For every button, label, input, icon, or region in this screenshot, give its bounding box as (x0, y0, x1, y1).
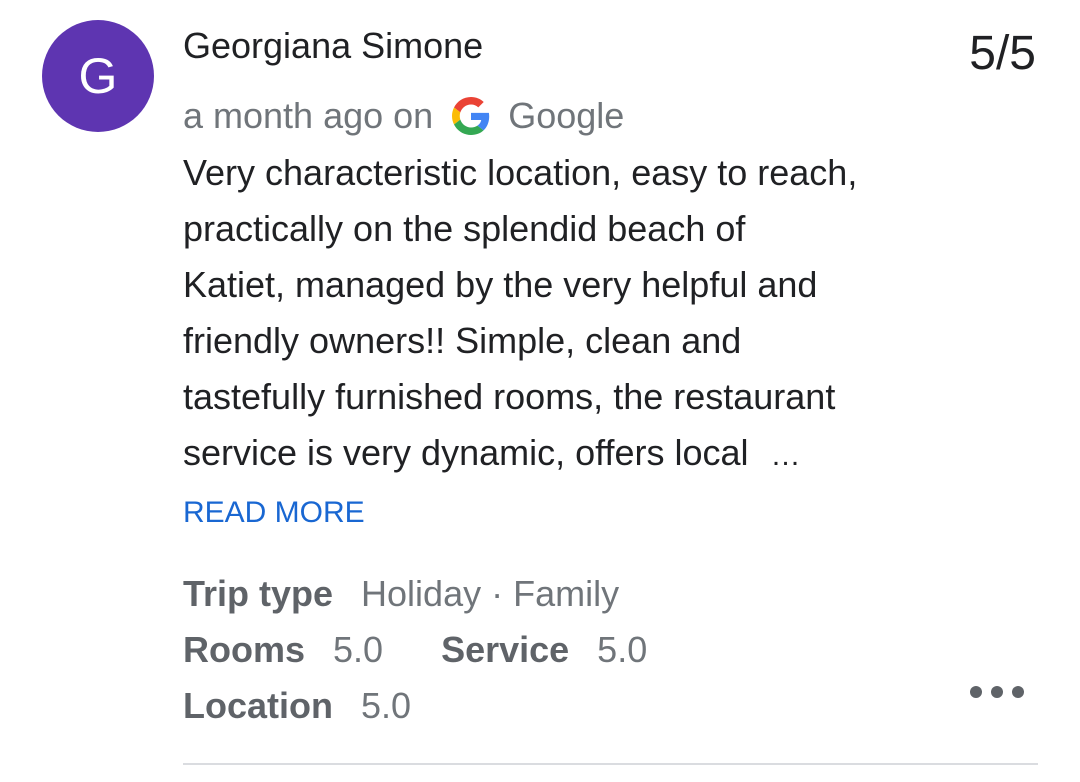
rooms-value: 5.0 (333, 629, 384, 670)
scores-row: Rooms 5.0 Service 5.0 (183, 626, 647, 674)
review-text-line: tastefully furnished rooms, the restaura… (183, 376, 836, 417)
rooms-label: Rooms (183, 629, 306, 670)
trip-type-row: Trip type Holiday · Family (183, 570, 619, 618)
review-text-line: service is very dynamic, offers local (183, 432, 749, 473)
review-text-line: friendly owners!! Simple, clean and (183, 320, 742, 361)
more-dot (1012, 686, 1024, 698)
reviewer-name[interactable]: Georgiana Simone (183, 24, 483, 68)
location-value: 5.0 (361, 685, 412, 726)
trip-type-value: Holiday · Family (361, 573, 620, 614)
more-dot (991, 686, 1003, 698)
service-label: Service (441, 629, 570, 670)
review-text-line: practically on the splendid beach of (183, 208, 746, 249)
divider (183, 763, 1038, 765)
more-dot (970, 686, 982, 698)
review-text-line: Katiet, managed by the very helpful and (183, 264, 818, 305)
review-text: Very characteristic location, easy to re… (183, 145, 983, 484)
more-horizontal-icon[interactable] (970, 674, 1024, 710)
location-row: Location 5.0 (183, 682, 411, 730)
review-meta: a month ago on Google (183, 94, 624, 138)
review-time: a month ago on (183, 95, 434, 136)
trip-type-label: Trip type (183, 573, 334, 614)
truncation-ellipsis: … (770, 439, 801, 472)
review-text-line: Very characteristic location, easy to re… (183, 152, 858, 193)
review-text-line-last: service is very dynamic, offers local … (183, 425, 983, 484)
rating-score: 5/5 (969, 27, 1036, 80)
google-g-icon (452, 97, 490, 135)
location-label: Location (183, 685, 333, 726)
service-value: 5.0 (597, 629, 648, 670)
review-source: Google (508, 95, 625, 136)
avatar-letter: G (78, 48, 118, 104)
read-more-button[interactable]: READ MORE (183, 493, 365, 533)
avatar[interactable]: G (42, 20, 154, 132)
